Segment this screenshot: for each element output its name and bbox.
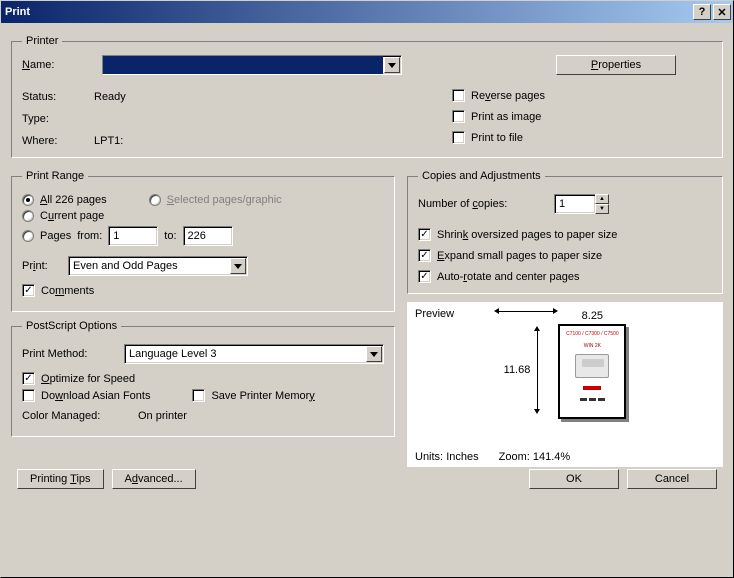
print-to-file-checkbox[interactable]: Print to file [452, 131, 712, 144]
dropdown-icon [384, 57, 400, 73]
pages-radio[interactable]: Pages [22, 230, 71, 242]
color-managed-label: Color Managed: [22, 410, 132, 422]
width-dimension [494, 308, 558, 314]
reverse-pages-checkbox[interactable]: Reverse pages [452, 89, 712, 102]
spin-down-icon[interactable]: ▼ [595, 204, 609, 214]
comments-checkbox[interactable]: ✓Comments [22, 284, 94, 297]
printer-group: Printer Name: Properties Status: Ready T… [11, 35, 723, 158]
preview-label: Preview [415, 308, 454, 320]
copies-legend: Copies and Adjustments [418, 170, 545, 182]
from-label: from: [77, 230, 102, 242]
optimize-speed-checkbox[interactable]: ✓Optimize for Speed [22, 372, 135, 385]
zoom: Zoom: 141.4% [499, 451, 571, 463]
printer-icon [575, 354, 609, 378]
close-button[interactable]: ✕ [713, 4, 731, 20]
copies-input[interactable] [554, 194, 596, 214]
copies-spinner[interactable]: ▲ ▼ [554, 194, 609, 214]
postscript-group: PostScript Options Print Method: Languag… [11, 320, 395, 437]
type-label: Type: [22, 113, 94, 125]
spin-up-icon[interactable]: ▲ [595, 194, 609, 204]
postscript-legend: PostScript Options [22, 320, 121, 332]
units: Units: Inches [415, 451, 479, 463]
printer-name-select[interactable] [102, 55, 402, 75]
print-as-image-checkbox[interactable]: Print as image [452, 110, 712, 123]
help-button[interactable]: ? [693, 4, 711, 20]
print-method-label: Print Method: [22, 348, 118, 360]
print-mode-select[interactable]: Even and Odd Pages [68, 256, 248, 276]
copies-group: Copies and Adjustments Number of copies:… [407, 170, 723, 294]
preview-panel: Preview 11.68 8.25 C7100 [407, 302, 723, 467]
print-range-group: Print Range All 226 pages Selected pages… [11, 170, 395, 312]
expand-checkbox[interactable]: ✓Expand small pages to paper size [418, 249, 712, 262]
width-value: 8.25 [582, 310, 603, 322]
preview-page: C7100 / C7300 / C7500 WIN 2K [558, 324, 626, 419]
auto-rotate-checkbox[interactable]: ✓Auto-rotate and center pages [418, 270, 712, 283]
shrink-checkbox[interactable]: ✓Shrink oversized pages to paper size [418, 228, 712, 241]
dropdown-icon [230, 258, 246, 274]
window-title: Print [5, 6, 693, 18]
cancel-button[interactable]: Cancel [627, 469, 717, 489]
to-input[interactable] [183, 226, 233, 246]
where-label: Where: [22, 135, 94, 147]
printer-legend: Printer [22, 35, 62, 47]
print-method-select[interactable]: Language Level 3 [124, 344, 384, 364]
status-value: Ready [94, 91, 422, 103]
advanced-button[interactable]: Advanced... [112, 469, 196, 489]
all-pages-radio[interactable]: All 226 pages [22, 194, 107, 206]
download-asian-fonts-checkbox[interactable]: Download Asian Fonts [22, 389, 150, 402]
current-page-radio[interactable]: Current page [22, 210, 104, 222]
printing-tips-button[interactable]: Printing Tips [17, 469, 104, 489]
status-label: Status: [22, 91, 94, 103]
properties-button[interactable]: Properties [556, 55, 676, 75]
selected-pages-radio: Selected pages/graphic [149, 194, 282, 206]
where-value: LPT1: [94, 135, 422, 147]
print-range-legend: Print Range [22, 170, 88, 182]
copies-label: Number of copies: [418, 198, 548, 210]
name-label: Name: [22, 59, 86, 71]
height-dimension: 11.68 [504, 326, 541, 414]
from-input[interactable] [108, 226, 158, 246]
titlebar: Print ? ✕ [1, 1, 733, 23]
save-printer-memory-checkbox[interactable]: Save Printer Memory [192, 389, 314, 402]
to-label: to: [164, 230, 176, 242]
ok-button[interactable]: OK [529, 469, 619, 489]
type-value [94, 113, 422, 125]
dropdown-icon [366, 346, 382, 362]
color-managed-value: On printer [138, 410, 187, 422]
print-mode-label: Print: [22, 260, 62, 272]
